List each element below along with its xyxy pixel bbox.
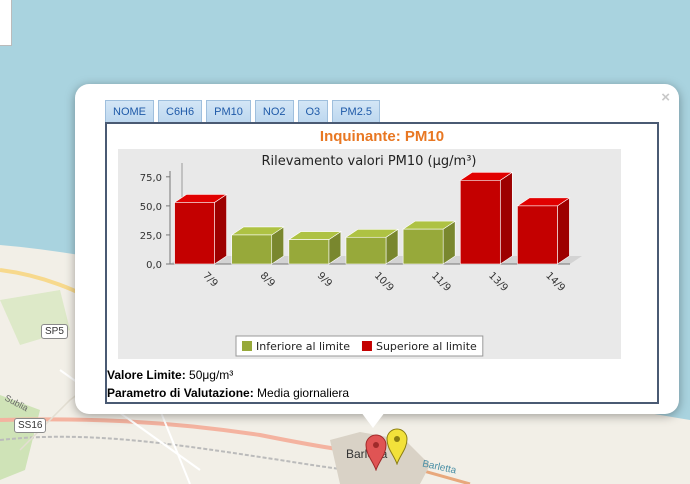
bar-side — [557, 197, 570, 265]
tab-nome[interactable]: NOME — [105, 100, 154, 123]
y-tick-label: 0,0 — [146, 260, 162, 271]
bar-front — [174, 202, 215, 265]
bar — [173, 193, 228, 265]
bar-front — [231, 234, 273, 265]
tab-no2[interactable]: NO2 — [254, 100, 294, 123]
bar — [402, 220, 457, 265]
popup-tip — [361, 412, 385, 428]
road-label-ss16: SS16 — [14, 418, 47, 433]
map-control-box[interactable] — [0, 0, 12, 46]
legend-label: Inferiore al limite — [256, 340, 350, 353]
legend-swatch — [242, 341, 252, 351]
bar — [230, 226, 285, 265]
bar-front — [288, 239, 330, 265]
bar — [345, 228, 399, 265]
pollutant-tabs: NOME C6H6 PM10 NO2 O3 PM2.5 — [105, 100, 384, 123]
param-row: Parametro di Valutazione: Media giornali… — [107, 384, 349, 402]
bar-front — [517, 205, 558, 265]
bar-side — [214, 193, 227, 265]
pollutant-title: Inquinante: PM10 — [319, 128, 445, 145]
bar-side — [499, 171, 513, 265]
limit-row: Valore Limite: 50μg/m³ — [107, 366, 349, 384]
legend-swatch — [361, 341, 372, 351]
road-label-sp5: SP5 — [41, 324, 68, 339]
red-marker-icon[interactable] — [365, 433, 387, 471]
param-label: Parametro di Valutazione: — [107, 386, 254, 400]
chart-title: Rilevamento valori PM10 (μg/m³) — [262, 154, 477, 169]
close-icon[interactable]: × — [661, 89, 670, 106]
limit-label: Valore Limite: — [107, 368, 186, 382]
bar-front — [345, 236, 387, 265]
bar-front — [459, 179, 501, 265]
tab-panel: Inquinante: PM10 Rilevamento valori PM10… — [105, 122, 659, 404]
bar — [287, 231, 342, 265]
station-popup: × NOME C6H6 PM10 NO2 O3 PM2.5 Inquinante… — [75, 84, 679, 428]
info-block: Valore Limite: 50μg/m³ Parametro di Valu… — [107, 366, 349, 402]
y-tick-label: 50,0 — [140, 202, 162, 213]
tab-pm10[interactable]: PM10 — [206, 100, 251, 123]
tab-c6h6[interactable]: C6H6 — [158, 100, 203, 123]
yellow-marker-icon[interactable] — [386, 427, 408, 465]
param-value: Media giornaliera — [253, 386, 350, 400]
pm10-chart: Rilevamento valori PM10 (μg/m³) 0,0 25,0 5… — [118, 149, 621, 359]
bar — [516, 197, 571, 265]
y-tick-label: 75,0 — [140, 173, 162, 184]
bar-front — [402, 228, 444, 265]
legend-label: Superiore al limite — [376, 340, 477, 353]
y-tick-label: 25,0 — [140, 231, 162, 242]
bar — [459, 171, 514, 265]
tab-pm25[interactable]: PM2.5 — [332, 100, 380, 123]
limit-value: 50μg/m³ — [185, 368, 234, 382]
tab-o3[interactable]: O3 — [297, 100, 329, 123]
